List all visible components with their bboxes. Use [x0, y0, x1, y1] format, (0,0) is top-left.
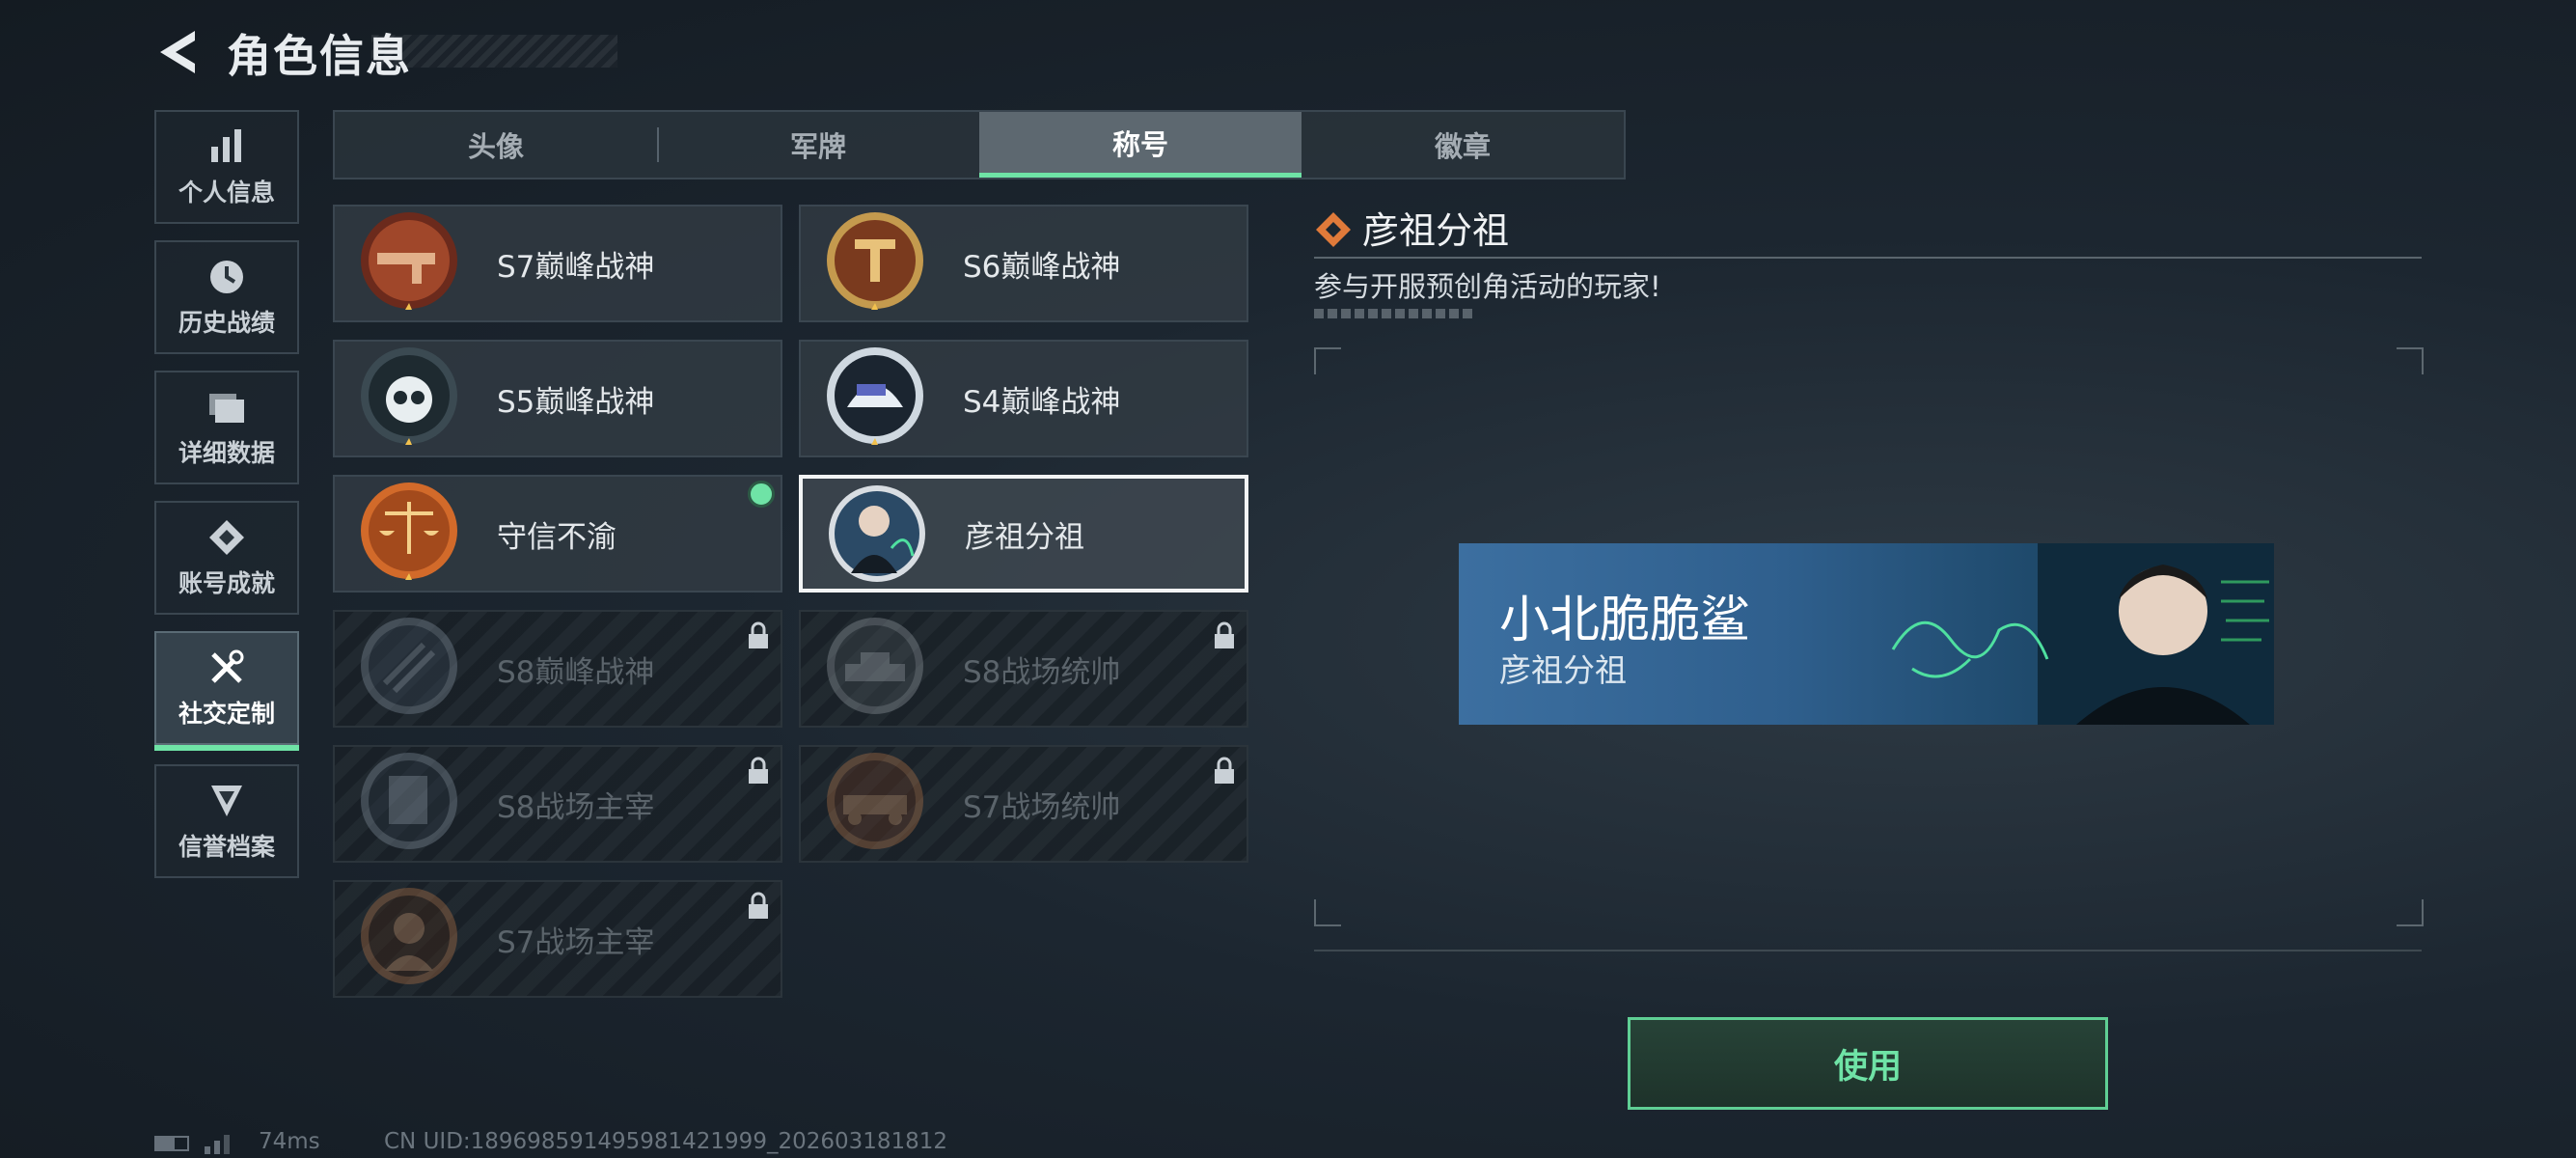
signature-graphic: [1891, 620, 2049, 678]
t-shield-badge-icon: [827, 212, 923, 310]
diamond-icon: [1316, 212, 1351, 247]
uid-text: CN UID:1896985914959814219​99_2026031818…: [384, 1129, 948, 1154]
title-name: S5巅峰战神: [497, 384, 655, 420]
lock-icon: [749, 892, 768, 919]
sidebar-item-detailed-data[interactable]: 详细数据: [154, 371, 299, 484]
sidebar-item-credit-file[interactable]: 信誉档案: [154, 764, 299, 878]
skull-badge-icon: [361, 347, 457, 445]
title-card[interactable]: S7巅峰战神: [333, 205, 782, 322]
nameplate-player-name: 小北脆脆鲨: [1499, 592, 1751, 649]
tab-dog-tag[interactable]: 军牌: [657, 112, 979, 178]
title-card-locked[interactable]: S7战场统帅: [799, 745, 1248, 863]
bar-chart-icon: [211, 129, 241, 162]
sidebar-item-social-custom[interactable]: 社交定制: [154, 631, 299, 751]
folders-icon: [209, 394, 244, 423]
title-card[interactable]: S6巅峰战神: [799, 205, 1248, 322]
title-decoration: [371, 35, 617, 68]
gun-badge-icon: [361, 212, 457, 310]
achievement-icon: [209, 520, 244, 555]
sidebar-item-label: 账号成就: [178, 569, 275, 597]
frame-corner: [2397, 347, 2424, 374]
portrait-badge-icon: [829, 485, 925, 582]
title-card[interactable]: 守信不渝: [333, 475, 782, 593]
lock-icon: [749, 621, 768, 648]
helmet-badge-icon: [827, 347, 923, 445]
sidebar-item-label: 个人信息: [178, 179, 275, 207]
title-name: S7巅峰战神: [497, 249, 655, 285]
active-indicator: [154, 745, 299, 751]
ping-readout: 74ms: [259, 1129, 320, 1154]
title-name: S8战场统帅: [963, 654, 1121, 690]
tab-badge[interactable]: 徽章: [1302, 112, 1624, 178]
title-name: 守信不渝: [497, 519, 617, 555]
title-name: S7战场统帅: [963, 789, 1121, 825]
tools-icon: [211, 649, 244, 683]
sidebar-item-history[interactable]: 历史战绩: [154, 240, 299, 354]
title-card[interactable]: S4巅峰战神: [799, 340, 1248, 457]
tab-bar: 头像 军牌 称号 徽章: [333, 110, 1626, 179]
frame-corner: [1314, 899, 1341, 926]
building-badge-icon: [361, 753, 457, 849]
sidebar-item-achievements[interactable]: 账号成就: [154, 501, 299, 615]
nameplate-title: 彦祖分祖: [1499, 651, 1627, 689]
scales-badge-icon: [361, 482, 457, 580]
title-name: S7战场主宰: [497, 924, 655, 960]
detail-description: 参与开服预创角活动的玩家!: [1314, 270, 1661, 303]
sidebar-item-label: 详细数据: [178, 439, 275, 467]
soldier-badge-icon: [361, 888, 457, 984]
vehicle-badge-icon: [827, 753, 923, 849]
title-card-selected[interactable]: 彦祖分祖: [799, 475, 1248, 593]
title-card-locked[interactable]: S8巅峰战神: [333, 610, 782, 728]
lock-icon: [1215, 621, 1234, 648]
tank-badge-icon: [827, 618, 923, 714]
title-name: S8巅峰战神: [497, 654, 655, 690]
detail-title: 彦祖分祖: [1362, 209, 1510, 252]
tab-avatar[interactable]: 头像: [335, 112, 657, 178]
divider: [1314, 950, 2422, 951]
signal-icon: [205, 1135, 230, 1154]
portrait-image: [2038, 543, 2274, 725]
title-name: S8战场主宰: [497, 789, 655, 825]
sidebar-item-personal-info[interactable]: 个人信息: [154, 110, 299, 224]
frame-corner: [1314, 347, 1341, 374]
back-arrow-icon[interactable]: [154, 27, 203, 77]
frame-corner: [2397, 899, 2424, 926]
sidebar-item-label: 信誉档案: [178, 833, 275, 861]
sidebar-item-label: 社交定制: [178, 700, 275, 728]
title-name: 彦祖分祖: [965, 519, 1084, 555]
equipped-indicator: [748, 481, 775, 508]
lock-icon: [1215, 757, 1234, 784]
lock-icon: [749, 757, 768, 784]
title-card-locked[interactable]: S7战场主宰: [333, 880, 782, 998]
use-button[interactable]: 使用: [1628, 1017, 2108, 1110]
shield-chevron-icon: [211, 786, 242, 816]
tab-title[interactable]: 称号: [979, 112, 1302, 178]
title-card[interactable]: S5巅峰战神: [333, 340, 782, 457]
title-name: S4巅峰战神: [963, 384, 1121, 420]
divider: [1314, 257, 2422, 259]
sidebar-item-label: 历史战绩: [178, 309, 275, 337]
detail-decoration: [1314, 309, 1476, 318]
stripes-badge-icon: [361, 618, 457, 714]
clock-icon: [210, 261, 243, 293]
title-name: S6巅峰战神: [963, 249, 1121, 285]
battery-icon: [154, 1136, 189, 1151]
title-card-locked[interactable]: S8战场统帅: [799, 610, 1248, 728]
title-card-locked[interactable]: S8战场主宰: [333, 745, 782, 863]
